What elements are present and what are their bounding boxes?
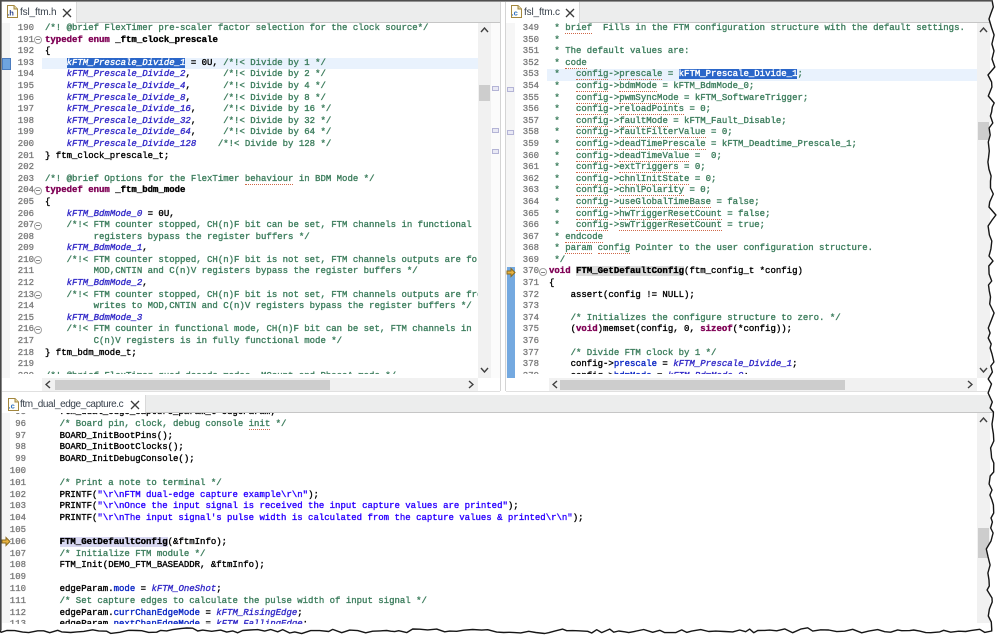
svg-text:.c: .c bbox=[9, 402, 15, 411]
svg-text:.c: .c bbox=[512, 9, 518, 18]
svg-text:.h: .h bbox=[7, 9, 14, 18]
